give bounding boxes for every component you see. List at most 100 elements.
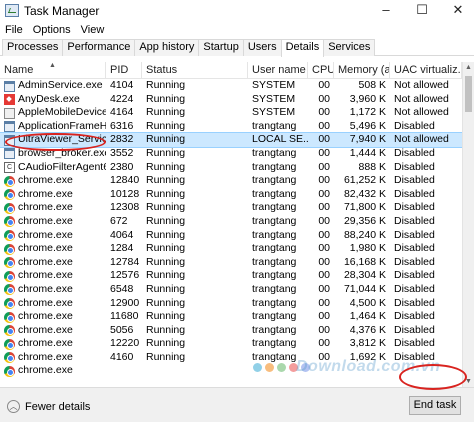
cell-user: trangtang	[252, 119, 297, 132]
column-header-name[interactable]: ▲ Name	[0, 62, 106, 79]
highlight-ellipse-end-task	[399, 364, 467, 390]
tab-users[interactable]: Users	[242, 39, 282, 56]
cell-cpu: 00	[318, 228, 330, 241]
watermark-dot	[253, 363, 262, 372]
cell-user: trangtang	[252, 174, 297, 187]
watermark-dot	[277, 363, 286, 372]
table-row[interactable]: chrome.exe 1284 Running trangtang 00 1,980 K D…	[0, 242, 462, 256]
menu-view[interactable]: View	[76, 22, 110, 39]
column-header-cpu[interactable]: CPU	[308, 62, 334, 79]
table-row[interactable]: chrome.exe 12220 Running trangtang 00 3,812 K…	[0, 337, 462, 351]
end-task-button[interactable]: End task	[409, 396, 461, 415]
cell-cpu: 00	[318, 214, 330, 227]
highlight-ellipse-process	[5, 133, 106, 151]
cell-pid: 5056	[110, 323, 134, 336]
cell-mem: 7,940 K	[349, 133, 386, 146]
scroll-up-arrow-icon[interactable]: ▲	[463, 62, 474, 73]
tab-details[interactable]: Details	[280, 39, 325, 57]
cell-name: chrome.exe	[18, 310, 73, 323]
cell-cpu: 00	[318, 269, 330, 282]
task-manager-icon	[5, 4, 19, 17]
cell-user: SYSTEM	[252, 106, 296, 119]
cell-user: trangtang	[252, 323, 297, 336]
cell-cpu: 00	[318, 106, 330, 119]
column-header-uac[interactable]: UAC virtualiz...	[390, 62, 462, 79]
maximize-button[interactable]: ☐	[404, 0, 440, 22]
tab-performance[interactable]: Performance	[62, 39, 136, 56]
table-row[interactable]: chrome.exe 6548 Running trangtang 00 71,044 K…	[0, 283, 462, 297]
cell-name: chrome.exe	[18, 350, 73, 363]
cell-mem: 29,356 K	[343, 214, 386, 227]
table-row[interactable]: chrome.exe 4064 Running trangtang 00 88,240 K…	[0, 229, 462, 243]
cell-mem: 4,500 K	[349, 296, 386, 309]
close-button[interactable]: ✕	[440, 0, 474, 22]
column-header-memory[interactable]: Memory (a...	[334, 62, 390, 79]
table-row[interactable]: chrome.exe 10128 Running trangtang 00 82,432 …	[0, 188, 462, 202]
tab-startup[interactable]: Startup	[198, 39, 244, 56]
menu-file[interactable]: File	[0, 22, 28, 39]
cell-mem: 16,168 K	[343, 255, 386, 268]
cell-uac: Disabled	[394, 174, 435, 187]
table-row[interactable]: chrome.exe 12784 Running trangtang 00 16,168 …	[0, 256, 462, 270]
cell-status: Running	[146, 296, 186, 309]
table-row[interactable]: chrome.exe 672 Running trangtang 00 29,356 K D…	[0, 215, 462, 229]
cell-cpu: 00	[318, 133, 330, 146]
vertical-scrollbar[interactable]: ▲ ▼	[462, 62, 474, 387]
table-row[interactable]: chrome.exe 12576 Running trangtang 00 28,304 …	[0, 269, 462, 283]
cell-status: Running	[146, 201, 186, 214]
cell-user: trangtang	[252, 255, 297, 268]
cell-pid: 4160	[110, 350, 134, 363]
table-row[interactable]: chrome.exe 5056 Running trangtang 00 4,376 K D…	[0, 324, 462, 338]
table-row[interactable]: AdminService.exe 4104 Running SYSTEM 00 508 K…	[0, 79, 462, 93]
cell-user: trangtang	[252, 160, 297, 173]
scroll-thumb[interactable]	[465, 76, 472, 112]
cell-uac: Disabled	[394, 119, 435, 132]
cell-user: trangtang	[252, 296, 297, 309]
table-row[interactable]: chrome.exe 11680 Running trangtang 00 1,464 K…	[0, 310, 462, 324]
table-row[interactable]: chrome.exe 12840 Running trangtang 00 61,252 …	[0, 174, 462, 188]
cell-uac: Disabled	[394, 282, 435, 295]
table-row[interactable]: chrome.exe 12308 Running trangtang 00 71,800 …	[0, 201, 462, 215]
column-header-status[interactable]: Status	[142, 62, 248, 79]
table-row[interactable]: ApplicationFrameHo... 6316 Running trangtan…	[0, 120, 462, 134]
cell-pid: 12784	[110, 255, 140, 268]
cell-user: SYSTEM	[252, 79, 296, 91]
cell-mem: 5,496 K	[349, 119, 386, 132]
cell-name: chrome.exe	[18, 296, 73, 309]
tab-processes[interactable]: Processes	[2, 39, 64, 56]
cell-cpu: 00	[318, 255, 330, 268]
cell-mem: 1,444 K	[349, 146, 386, 159]
table-row[interactable]: CCAudioFilterAgent64...2380Runningtrangt…	[0, 161, 462, 175]
cell-user: LOCAL SE...	[252, 133, 308, 146]
cell-status: Running	[146, 133, 186, 146]
menu-options[interactable]: Options	[28, 22, 76, 39]
cell-uac: Disabled	[394, 269, 435, 282]
cell-uac: Disabled	[394, 187, 435, 200]
cell-pid: 4104	[110, 79, 134, 91]
tab-services[interactable]: Services	[323, 39, 376, 56]
cell-uac: Disabled	[394, 242, 435, 255]
cell-status: Running	[146, 228, 186, 241]
cell-name: AppleMobileDeviceS...	[18, 106, 106, 119]
table-row[interactable]: AnyDesk.exe 4224 Running SYSTEM 00 3,960 K Not…	[0, 93, 462, 107]
cell-user: SYSTEM	[252, 92, 296, 105]
column-header-pid[interactable]: PID	[106, 62, 142, 79]
table-row[interactable]: AppleMobileDeviceS... 4164 Running SYSTEM 00…	[0, 106, 462, 120]
cell-pid: 6316	[110, 119, 134, 132]
cell-mem: 61,252 K	[343, 174, 386, 187]
chevron-up-icon[interactable]: ︿	[7, 400, 20, 413]
table-header: ▲ Name PID Status User name CPU Memory (…	[0, 62, 462, 79]
cell-pid: 3552	[110, 146, 134, 159]
cell-uac: Not allowed	[394, 133, 449, 146]
column-header-user[interactable]: User name	[248, 62, 308, 79]
tab-app-history[interactable]: App history	[134, 39, 200, 56]
watermark-dot	[265, 363, 274, 372]
cell-pid: 2832	[110, 133, 134, 146]
cell-mem: 71,044 K	[343, 282, 386, 295]
minimize-button[interactable]: –	[368, 0, 404, 22]
fewer-details-link[interactable]: Fewer details	[25, 401, 90, 413]
cell-status: Running	[146, 106, 186, 119]
table-row[interactable]: chrome.exe 12900 Running trangtang 00 4,500 K…	[0, 297, 462, 311]
cell-name: chrome.exe	[18, 337, 73, 350]
cell-uac: Disabled	[394, 214, 435, 227]
